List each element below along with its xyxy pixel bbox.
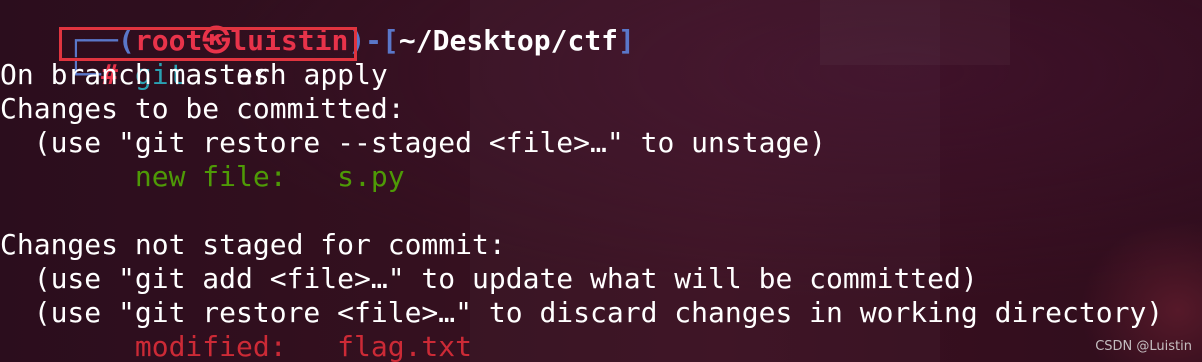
output-modified-line: modified: flag.txt [0, 330, 1202, 362]
output-modified: modified: flag.txt [134, 330, 473, 362]
output-add-hint: (use "git add <file>…" to update what wi… [0, 262, 978, 295]
output-to-commit: Changes to be committed: [0, 92, 405, 125]
output-discard-hint: (use "git restore <file>…" to discard ch… [0, 296, 1164, 329]
watermark: CSDN @Luistin [1095, 339, 1192, 354]
output-new-file: new file: s.py [134, 160, 405, 193]
output-unstage-hint: (use "git restore --staged <file>…" to u… [0, 126, 827, 159]
output-blank [0, 194, 1202, 228]
output-not-staged: Changes not staged for commit: [0, 228, 506, 261]
output-new-file-line: new file: s.py [0, 160, 1202, 194]
output-branch: On branch master [0, 58, 270, 91]
prompt-line: ┌──(root㉿luistin)-[~/Desktop/ctf] [0, 0, 1202, 57]
command-highlight-box [59, 27, 357, 61]
